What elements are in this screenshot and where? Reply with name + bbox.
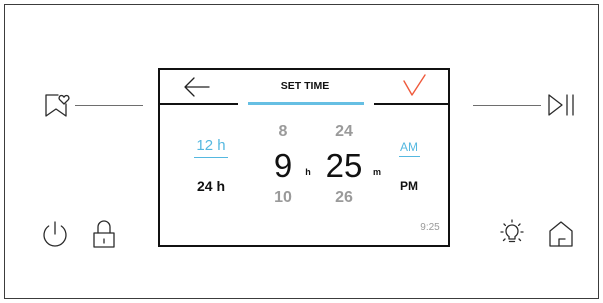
light-bulb-icon[interactable] <box>497 217 527 249</box>
screen-title: SET TIME <box>280 80 330 92</box>
minute-current-value[interactable]: 25 <box>319 148 369 184</box>
home-icon[interactable] <box>547 219 575 249</box>
lock-icon[interactable] <box>91 218 117 250</box>
arrow-left-icon[interactable] <box>183 77 211 97</box>
play-pause-icon[interactable] <box>545 93 579 117</box>
period-pm-label: PM <box>400 179 418 193</box>
left-divider-line <box>75 105 143 106</box>
hour-prev-value[interactable]: 8 <box>263 123 303 141</box>
time-format-24h-option[interactable]: 24 h <box>181 177 241 199</box>
power-icon[interactable] <box>41 220 69 250</box>
hour-next-value[interactable]: 10 <box>263 189 303 207</box>
tab-indicator-right <box>374 103 448 105</box>
minute-prev-value[interactable]: 24 <box>319 123 369 141</box>
minute-unit-label: m <box>372 167 381 177</box>
period-am-option[interactable]: AM <box>389 140 429 158</box>
period-pm-option[interactable]: PM <box>389 179 429 197</box>
current-clock: 9:25 <box>420 222 440 233</box>
bookmark-heart-icon[interactable] <box>42 90 72 120</box>
hour-unit-label: h <box>305 167 311 177</box>
period-am-label: AM <box>398 140 420 157</box>
hour-current-value[interactable]: 9 <box>263 148 303 184</box>
time-format-12h-option[interactable]: 12 h <box>181 137 241 159</box>
minute-next-value[interactable]: 26 <box>319 189 369 207</box>
tab-indicator-active <box>248 102 364 105</box>
display-screen: SET TIME 12 h 24 h 8 9 10 h 24 25 26 m A… <box>158 68 450 247</box>
time-format-12h-label: 12 h <box>194 137 228 158</box>
right-divider-line <box>473 105 541 106</box>
time-format-24h-label: 24 h <box>196 178 225 194</box>
checkmark-icon[interactable] <box>398 72 430 100</box>
tab-indicator-left <box>160 103 238 105</box>
